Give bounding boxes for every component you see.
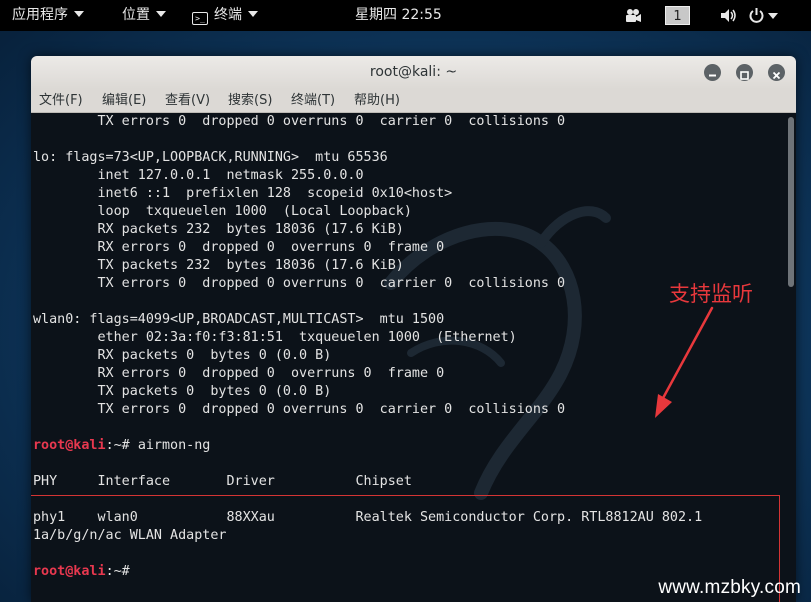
window-titlebar[interactable]: root@kali: ~ [31, 56, 796, 89]
terminal-line: TX errors 0 dropped 0 overruns 0 carrier… [33, 114, 566, 129]
airmon-table-row: phy1 wlan0 88XXau Realtek Semiconductor … [33, 510, 703, 525]
menu-terminal[interactable]: 终端(T) [291, 89, 335, 112]
menu-search[interactable]: 搜索(S) [228, 89, 272, 112]
menu-view[interactable]: 查看(V) [165, 89, 210, 112]
maximize-button[interactable] [736, 64, 753, 81]
minimize-icon [709, 74, 716, 77]
places-menu-label: 位置 [122, 7, 150, 23]
window-menubar: 文件(F) 编辑(E) 查看(V) 搜索(S) 终端(T) 帮助(H) [31, 89, 796, 113]
terminal-line: lo: flags=73<UP,LOOPBACK,RUNNING> mtu 65… [33, 150, 388, 165]
terminal-line: RX packets 0 bytes 0 (0.0 B) [33, 348, 332, 363]
terminal-line: TX errors 0 dropped 0 overruns 0 carrier… [33, 402, 566, 417]
terminal-line: inet6 ::1 prefixlen 128 scopeid 0x10<hos… [33, 186, 453, 201]
terminal-output[interactable]: TX errors 0 dropped 0 overruns 0 carrier… [31, 113, 796, 602]
terminal-line: RX errors 0 dropped 0 overruns 0 frame 0 [33, 240, 445, 255]
top-panel: 应用程序 位置 >_ 终端 星期四 22:55 1 [0, 0, 811, 31]
power-icon[interactable] [748, 7, 765, 24]
terminal-command-line[interactable]: root@kali:~# [33, 563, 138, 581]
prompt-path: :~# [105, 564, 138, 579]
applications-menu[interactable]: 应用程序 [12, 0, 84, 31]
terminal-line: wlan0: flags=4099<UP,BROADCAST,MULTICAST… [33, 312, 445, 327]
terminal-line: RX errors 0 dropped 0 overruns 0 frame 0 [33, 366, 445, 381]
prompt-path: :~# [105, 438, 138, 453]
terminal-line: TX errors 0 dropped 0 overruns 0 carrier… [33, 276, 566, 291]
terminal-app-menu-label: 终端 [214, 7, 242, 23]
prompt-user: root@kali [33, 564, 106, 579]
minimize-button[interactable] [704, 64, 721, 81]
terminal-line: TX packets 0 bytes 0 (0.0 B) [33, 384, 332, 399]
airmon-table-header: PHY Interface Driver Chipset [33, 474, 412, 489]
terminal-line: inet 127.0.0.1 netmask 255.0.0.0 [33, 168, 364, 183]
terminal-window: root@kali: ~ 文件(F) 编辑(E) 查看(V) 搜索(S) 终端(… [31, 56, 796, 602]
workspace-indicator[interactable]: 1 [665, 6, 690, 25]
close-button[interactable] [768, 64, 785, 81]
airmon-table-row-wrap: 1a/b/g/n/ac WLAN Adapter [33, 528, 227, 543]
window-title: root@kali: ~ [369, 64, 458, 80]
terminal-line: loop txqueuelen 1000 (Local Loopback) [33, 204, 412, 219]
applications-menu-label: 应用程序 [12, 7, 68, 23]
command-text: airmon-ng [137, 438, 211, 453]
annotation-label: 支持监听 [669, 282, 753, 306]
maximize-icon [740, 71, 749, 80]
clock[interactable]: 星期四 22:55 [355, 0, 442, 31]
close-icon [772, 71, 781, 80]
places-menu[interactable]: 位置 [122, 0, 166, 31]
menu-help[interactable]: 帮助(H) [354, 89, 400, 112]
menu-file[interactable]: 文件(F) [39, 89, 83, 112]
volume-icon[interactable] [720, 8, 738, 23]
screen-share-icon[interactable] [624, 8, 642, 23]
caret-down-icon [74, 11, 84, 17]
terminal-command-line: root@kali:~# airmon-ng [33, 437, 210, 455]
terminal-line: RX packets 232 bytes 18036 (17.6 KiB) [33, 222, 404, 237]
terminal-app-menu[interactable]: >_ 终端 [192, 0, 258, 31]
site-watermark: www.mzbky.com [658, 577, 801, 598]
terminal-line: TX packets 232 bytes 18036 (17.6 KiB) [33, 258, 404, 273]
system-menu-chevron-down-icon[interactable] [768, 13, 778, 19]
terminal-icon: >_ [192, 12, 208, 25]
prompt-user: root@kali [33, 438, 106, 453]
menu-edit[interactable]: 编辑(E) [102, 89, 146, 112]
terminal-scrollbar[interactable] [788, 117, 794, 287]
caret-down-icon [248, 11, 258, 17]
caret-down-icon [156, 11, 166, 17]
terminal-line: ether 02:3a:f0:f3:81:51 txqueuelen 1000 … [33, 330, 517, 345]
